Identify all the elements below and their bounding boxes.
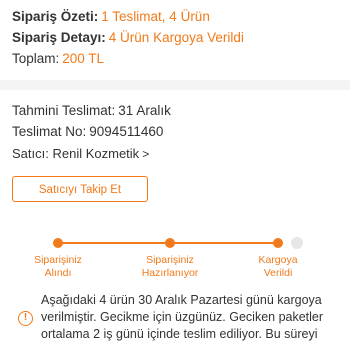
step-label-preparing: Siparişiniz Hazırlanıyor (125, 254, 215, 280)
order-total-value: 200 TL (62, 51, 105, 66)
order-detail-label: Sipariş Detayı: (12, 30, 106, 45)
step-dot-preparing (165, 238, 175, 248)
step-label-received-line2: Alındı (44, 267, 72, 279)
step-label-received: Siparişiniz Alındı (13, 254, 103, 280)
order-summary-label: Sipariş Özeti: (12, 9, 99, 24)
seller-label: Satıcı: (12, 146, 49, 161)
shipment-progress-tracker: Siparişiniz Alındı Siparişiniz Hazırlanı… (0, 232, 350, 282)
seller-link[interactable]: Satıcı: Renil Kozmetik > (12, 144, 340, 164)
step-label-preparing-line2: Hazırlanıyor (141, 267, 199, 279)
order-total-label: Toplam: (12, 51, 60, 66)
order-summary-line: Sipariş Özeti: 1 Teslimat, 4 Ürün (12, 6, 340, 27)
step-dot-shipped (273, 238, 283, 248)
order-detail-value: 4 Ürün Kargoya Verildi (108, 30, 244, 45)
estimated-delivery-label: Tahmini Teslimat: (12, 103, 116, 118)
chevron-right-icon: > (142, 147, 150, 161)
step-dot-delivered-inactive (291, 237, 303, 249)
step-dot-received (53, 238, 63, 248)
step-label-received-line1: Siparişiniz (34, 254, 82, 266)
delay-notice-text: Aşağıdaki 4 ürün 30 Aralık Pazartesi gün… (41, 293, 324, 341)
delivery-number-label: Teslimat No: (12, 124, 87, 139)
step-label-shipped-line2: Verildi (263, 267, 293, 279)
step-label-shipped-line1: Kargoya (258, 254, 298, 266)
step-label-shipped: Kargoya Verildi (233, 254, 323, 280)
order-summary-value: 1 Teslimat, 4 Ürün (101, 9, 210, 24)
info-icon: ! (18, 311, 33, 326)
progress-line-2 (170, 242, 278, 244)
section-divider (0, 80, 350, 90)
delay-notice: ! Aşağıdaki 4 ürün 30 Aralık Pazartesi g… (4, 292, 344, 350)
estimated-delivery-value: 31 Aralık (118, 103, 171, 118)
estimated-delivery-line: Tahmini Teslimat: 31 Aralık (12, 100, 340, 121)
step-label-preparing-line1: Siparişiniz (146, 254, 194, 266)
delivery-info-section: Tahmini Teslimat: 31 Aralık Teslimat No: 9… (12, 100, 340, 164)
progress-line-1 (58, 242, 170, 244)
follow-seller-button[interactable]: Satıcıyı Takip Et (12, 176, 148, 202)
order-summary-section: Sipariş Özeti: 1 Teslimat, 4 Ürün Sipariş… (12, 6, 340, 69)
delivery-number-line: Teslimat No: 9094511460 (12, 121, 340, 142)
delivery-number-value: 9094511460 (89, 124, 164, 139)
order-detail-line: Sipariş Detayı: 4 Ürün Kargoya Verildi (12, 27, 340, 48)
seller-name: Renil Kozmetik (52, 146, 140, 161)
order-total-line: Toplam: 200 TL (12, 48, 340, 69)
